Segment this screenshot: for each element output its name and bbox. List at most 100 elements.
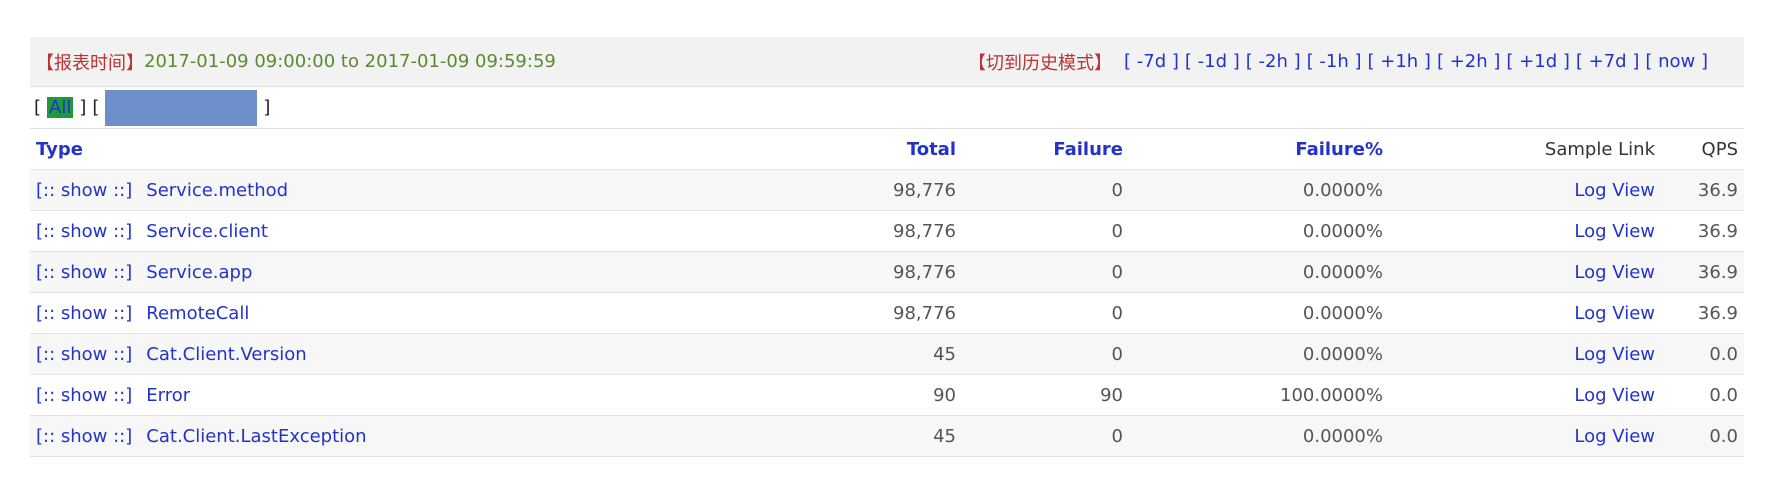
- nav-label: now: [1658, 51, 1696, 72]
- show-link[interactable]: [:: show ::]: [36, 262, 132, 283]
- history-mode-label: 【切到历史模式】: [968, 52, 1113, 74]
- bracket-close: ]: [79, 97, 87, 118]
- qps-cell: 36.9: [1661, 210, 1744, 252]
- show-link[interactable]: [:: show ::]: [36, 221, 132, 242]
- sample-link-cell: Log View: [1389, 251, 1661, 293]
- show-link[interactable]: [:: show ::]: [36, 180, 132, 201]
- column-header-failure[interactable]: Failure: [962, 129, 1129, 170]
- table-row: [:: show ::] Service.method 98,776 0 0.0000%…: [30, 169, 1744, 211]
- qps-cell: 0.0: [1661, 374, 1744, 416]
- failure-cell: 0: [962, 415, 1129, 457]
- type-name-link[interactable]: RemoteCall: [146, 303, 249, 324]
- type-name-link[interactable]: Error: [146, 385, 190, 406]
- failure-percent-cell: 0.0000%: [1129, 251, 1389, 293]
- failure-percent-cell: 0.0000%: [1129, 292, 1389, 334]
- qps-cell: 0.0: [1661, 333, 1744, 375]
- type-cell: [:: show ::] Error: [30, 374, 730, 416]
- total-cell: 98,776: [730, 169, 962, 211]
- total-cell: 98,776: [730, 210, 962, 252]
- total-cell: 45: [730, 333, 962, 375]
- failure-cell: 0: [962, 251, 1129, 293]
- sample-link-cell: Log View: [1389, 374, 1661, 416]
- bracket-close: ]: [263, 97, 271, 118]
- failure-cell: 90: [962, 374, 1129, 416]
- log-view-link[interactable]: Log View: [1574, 180, 1655, 201]
- nav-plus-1h-link[interactable]: [ +1h ]: [1368, 51, 1431, 72]
- sample-link-cell: Log View: [1389, 292, 1661, 334]
- bracket-open: [: [34, 97, 42, 118]
- failure-cell: 0: [962, 169, 1129, 211]
- failure-percent-cell: 0.0000%: [1129, 333, 1389, 375]
- report-time-bar: 【报表时间】 2017-01-09 09:00:00 to 2017-01-09…: [30, 37, 1744, 87]
- nav-label: +2h: [1449, 51, 1488, 72]
- transaction-report: 【报表时间】 2017-01-09 09:00:00 to 2017-01-09…: [30, 37, 1744, 457]
- qps-cell: 0.0: [1661, 415, 1744, 457]
- table-row: [:: show ::] Cat.Client.LastException 45 0 0…: [30, 415, 1744, 457]
- nav-minus-1d-link[interactable]: [ -1d ]: [1185, 51, 1240, 72]
- column-header-sample-link: Sample Link: [1389, 129, 1661, 170]
- nav-plus-1d-link[interactable]: [ +1d ]: [1506, 51, 1569, 72]
- type-cell: [:: show ::] Service.client: [30, 210, 730, 252]
- show-link[interactable]: [:: show ::]: [36, 344, 132, 365]
- table-row: [:: show ::] Cat.Client.Version 45 0 0.0000%…: [30, 333, 1744, 375]
- sample-link-cell: Log View: [1389, 415, 1661, 457]
- nav-now-link[interactable]: [ now ]: [1645, 51, 1708, 72]
- log-view-link[interactable]: Log View: [1574, 221, 1655, 242]
- ip-filter-bar: [ All ] [ ]: [30, 87, 1744, 129]
- type-cell: [:: show ::] Cat.Client.LastException: [30, 415, 730, 457]
- failure-percent-cell: 0.0000%: [1129, 169, 1389, 211]
- nav-label: +1d: [1519, 51, 1558, 72]
- transaction-table: Type Total Failure Failure% Sample Link …: [30, 129, 1744, 457]
- type-name-link[interactable]: Cat.Client.LastException: [146, 426, 366, 447]
- redacted-ip-link[interactable]: [105, 89, 258, 126]
- failure-cell: 0: [962, 333, 1129, 375]
- type-name-link[interactable]: Service.app: [146, 262, 252, 283]
- nav-plus-7d-link[interactable]: [ +7d ]: [1576, 51, 1639, 72]
- table-row: [:: show ::] Service.client 98,776 0 0.0000%…: [30, 210, 1744, 252]
- total-cell: 45: [730, 415, 962, 457]
- log-view-link[interactable]: Log View: [1574, 426, 1655, 447]
- nav-minus-2h-link[interactable]: [ -2h ]: [1246, 51, 1301, 72]
- nav-label: +1h: [1380, 51, 1419, 72]
- log-view-link[interactable]: Log View: [1574, 385, 1655, 406]
- table-row: [:: show ::] RemoteCall 98,776 0 0.0000% Log …: [30, 292, 1744, 334]
- type-name-link[interactable]: Service.client: [146, 221, 268, 242]
- report-time-range: 2017-01-09 09:00:00 to 2017-01-09 09:59:…: [144, 51, 556, 72]
- type-name-link[interactable]: Cat.Client.Version: [146, 344, 306, 365]
- nav-minus-1h-link[interactable]: [ -1h ]: [1307, 51, 1362, 72]
- history-mode-nav: 【切到历史模式】 [ -7d ] [ -1d ] [ -2h ] [ -1h ]…: [968, 49, 1738, 75]
- total-cell: 90: [730, 374, 962, 416]
- column-header-type[interactable]: Type: [30, 129, 730, 170]
- column-header-qps: QPS: [1661, 129, 1744, 170]
- show-link[interactable]: [:: show ::]: [36, 303, 132, 324]
- total-cell: 98,776: [730, 251, 962, 293]
- type-cell: [:: show ::] RemoteCall: [30, 292, 730, 334]
- type-name-link[interactable]: Service.method: [146, 180, 288, 201]
- qps-cell: 36.9: [1661, 251, 1744, 293]
- show-link[interactable]: [:: show ::]: [36, 385, 132, 406]
- table-row: [:: show ::] Service.app 98,776 0 0.0000% Log…: [30, 251, 1744, 293]
- column-header-total[interactable]: Total: [730, 129, 962, 170]
- log-view-link[interactable]: Log View: [1574, 344, 1655, 365]
- log-view-link[interactable]: Log View: [1574, 262, 1655, 283]
- type-cell: [:: show ::] Cat.Client.Version: [30, 333, 730, 375]
- failure-cell: 0: [962, 292, 1129, 334]
- show-link[interactable]: [:: show ::]: [36, 426, 132, 447]
- qps-cell: 36.9: [1661, 292, 1744, 334]
- nav-label: +7d: [1588, 51, 1627, 72]
- sample-link-cell: Log View: [1389, 169, 1661, 211]
- nav-plus-2h-link[interactable]: [ +2h ]: [1437, 51, 1500, 72]
- qps-cell: 36.9: [1661, 169, 1744, 211]
- sample-link-cell: Log View: [1389, 333, 1661, 375]
- table-row: [:: show ::] Error 90 90 100.0000% Log View 0.…: [30, 374, 1744, 416]
- failure-percent-cell: 0.0000%: [1129, 210, 1389, 252]
- filter-all-link[interactable]: All: [47, 97, 74, 118]
- log-view-link[interactable]: Log View: [1574, 303, 1655, 324]
- report-time-label: 【报表时间】: [36, 52, 144, 74]
- report-time: 【报表时间】 2017-01-09 09:00:00 to 2017-01-09…: [36, 49, 556, 75]
- nav-label: -1d: [1197, 51, 1228, 72]
- column-header-failure-percent[interactable]: Failure%: [1129, 129, 1389, 170]
- nav-minus-7d-link[interactable]: [ -7d ]: [1124, 51, 1179, 72]
- nav-label: -7d: [1136, 51, 1167, 72]
- failure-percent-cell: 100.0000%: [1129, 374, 1389, 416]
